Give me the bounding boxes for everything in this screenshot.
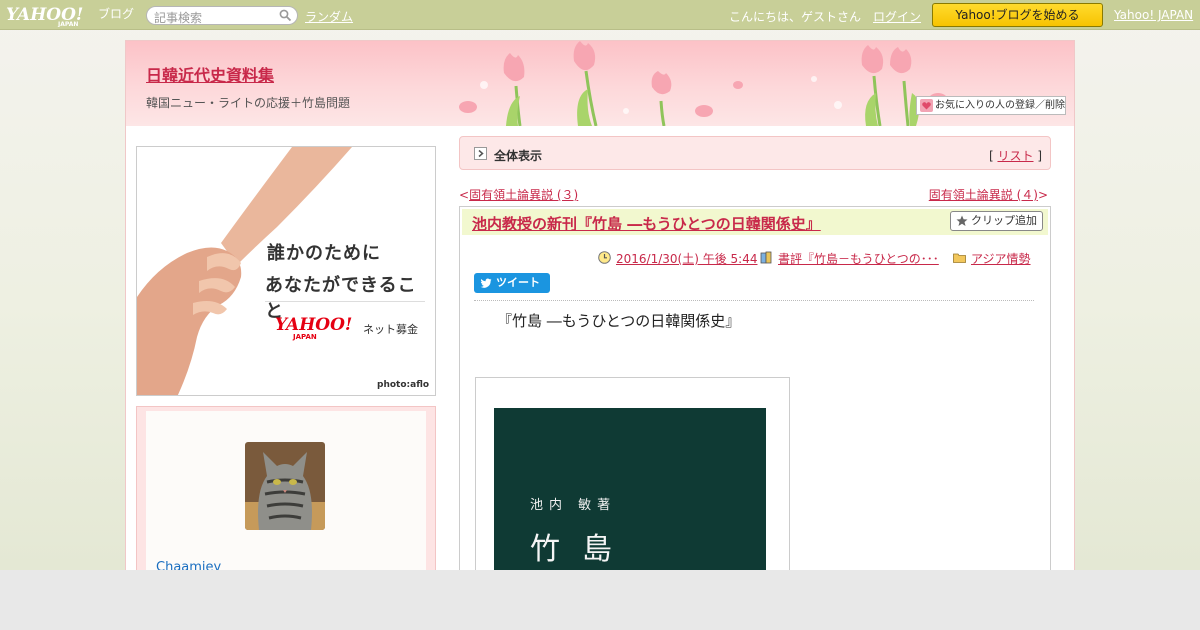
article-title[interactable]: 池内教授の新刊『竹島 ―もうひとつの日韓関係史』 <box>472 213 821 234</box>
avatar[interactable] <box>245 442 325 530</box>
star-icon <box>956 215 968 226</box>
greeting-text: こんにちは、ゲストさん <box>729 10 862 24</box>
article-date-link[interactable]: 2016/1/30(土) 午後 5:44 <box>616 250 757 267</box>
banner-line-1: 誰かのために <box>267 243 381 264</box>
tweet-button[interactable]: ツイート <box>474 273 550 293</box>
article-folder-link[interactable]: アジア情勢 <box>971 250 1031 267</box>
banner-yahoo-logo-sub: JAPAN <box>293 333 317 341</box>
book-cover-author: 池内 敏著 <box>530 498 617 513</box>
top-bar: YAHOO! JAPAN ブログ 記事検索 ランダム こんにちは、ゲストさん ロ… <box>0 0 1200 30</box>
favorite-register-button[interactable]: お気に入りの人の登録／削除 <box>916 96 1066 115</box>
heart-icon <box>920 99 933 112</box>
banner-divider <box>265 301 425 302</box>
favorite-button-label: お気に入りの人の登録／削除 <box>935 100 1065 111</box>
blog-header: 日韓近代史資料集 韓国ニュー・ライトの応援＋竹島問題 お気に入りの人の登録／削除 <box>126 41 1074 126</box>
blog-container: 日韓近代史資料集 韓国ニュー・ライトの応援＋竹島問題 お気に入りの人の登録／削除… <box>125 40 1075 606</box>
folder-icon <box>953 253 966 263</box>
book-image[interactable]: 池内 敏著 竹島 <box>475 377 790 585</box>
logo-sub: JAPAN <box>57 21 78 27</box>
yahoo-japan-link[interactable]: Yahoo! JAPAN <box>1114 8 1193 22</box>
logo-blog: ブログ <box>98 6 134 21</box>
search-icon[interactable] <box>279 9 292 22</box>
search-input[interactable]: 記事検索 <box>146 6 298 25</box>
blog-title[interactable]: 日韓近代史資料集 <box>146 62 274 86</box>
article-book-heading: 『竹島 ―もうひとつの日韓関係史』 <box>497 312 741 330</box>
banner-yahoo-logo: YAHOO! <box>275 315 353 335</box>
tweet-button-label: ツイート <box>496 276 540 289</box>
clip-button-label: クリップ追加 <box>971 214 1037 227</box>
book-icon <box>760 251 772 264</box>
start-blog-button[interactable]: Yahoo!ブログを始める <box>932 3 1103 27</box>
cat-avatar-image <box>245 442 325 530</box>
banner-photo-credit: photo:aflo <box>377 380 430 390</box>
charity-banner[interactable]: 誰かのために あなたができること YAHOO! JAPAN ネット募金 phot… <box>136 146 436 396</box>
next-article-link[interactable]: 固有領土論異説 (４) <box>929 188 1038 202</box>
prev-article-link[interactable]: 固有領土論異説 (３) <box>469 188 578 202</box>
page-bottom-strip <box>0 570 1200 630</box>
login-link[interactable]: ログイン <box>873 8 921 25</box>
blog-subtitle: 韓国ニュー・ライトの応援＋竹島問題 <box>146 96 351 110</box>
article-title-bar: 池内教授の新刊『竹島 ―もうひとつの日韓関係史』 クリップ追加 <box>462 209 1048 235</box>
article-category-link[interactable]: 書評『竹島－もうひとつの･･･ <box>778 250 939 267</box>
article-divider <box>474 300 1034 301</box>
article: 池内教授の新刊『竹島 ―もうひとつの日韓関係史』 クリップ追加 2016/1/3… <box>459 206 1051 586</box>
next-article-nav: 固有領土論異説 (４)> <box>928 188 1048 202</box>
book-cover: 池内 敏著 竹島 <box>494 408 766 585</box>
yahoo-blog-logo[interactable]: YAHOO! JAPAN ブログ <box>6 3 140 27</box>
banner-service-name: ネット募金 <box>363 323 418 336</box>
list-link[interactable]: リスト <box>997 149 1033 163</box>
arrow-box-icon <box>474 147 487 160</box>
book-cover-title: 竹島 <box>530 532 634 567</box>
all-view-label[interactable]: 全体表示 <box>494 147 542 164</box>
prev-article-nav: <固有領土論異説 (３) <box>459 188 579 202</box>
all-view-bar: 全体表示 [ リスト ] <box>459 136 1051 170</box>
clock-icon <box>598 251 611 264</box>
list-link-wrapper: [ リスト ] <box>988 149 1042 163</box>
random-link[interactable]: ランダム <box>305 8 353 25</box>
twitter-bird-icon <box>480 278 492 288</box>
clip-add-button[interactable]: クリップ追加 <box>950 211 1043 231</box>
